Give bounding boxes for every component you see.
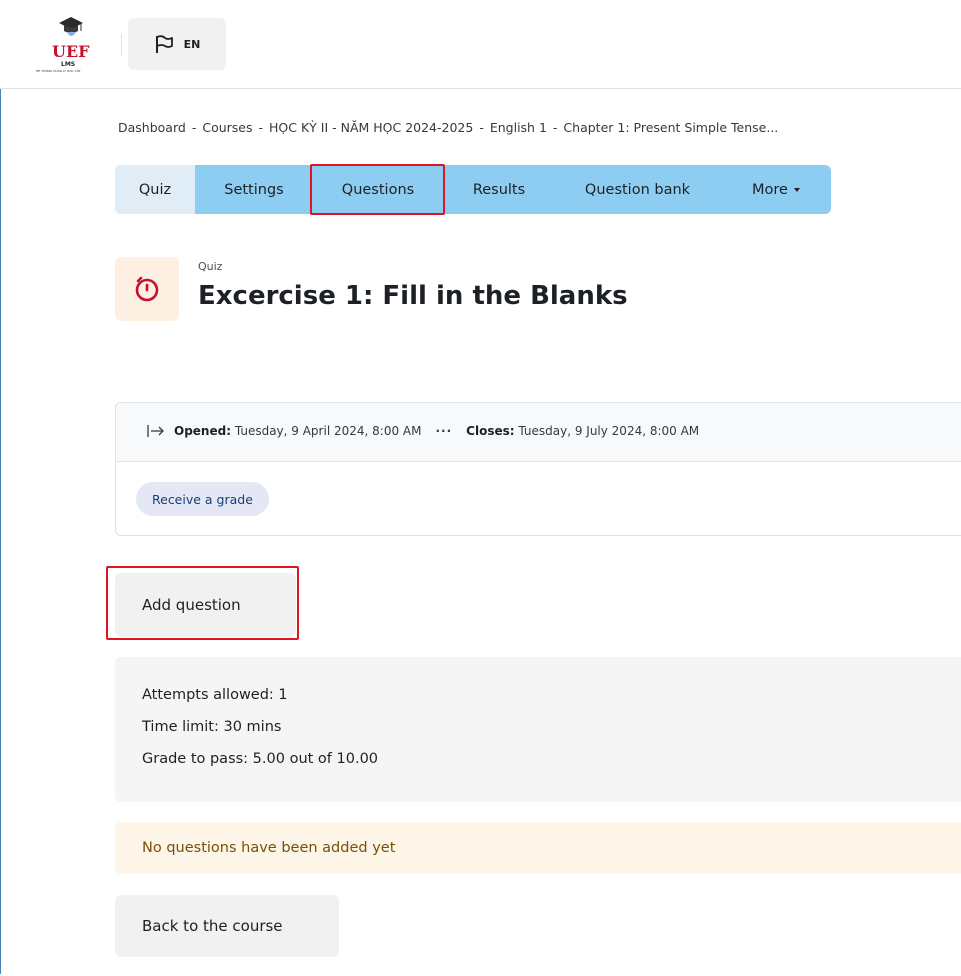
logo-sub: LMS (61, 61, 76, 68)
highlight-questions-tab (310, 164, 445, 215)
closes-label: Closes: (466, 424, 515, 438)
breadcrumb-item-courses[interactable]: Courses (202, 120, 252, 135)
header-divider (121, 34, 122, 56)
opened-value: Tuesday, 9 April 2024, 8:00 AM (234, 424, 422, 438)
page-title: Excercise 1: Fill in the Blanks (198, 281, 628, 311)
time-limit: Time limit: 30 mins (142, 719, 282, 735)
highlight-add-question (106, 566, 299, 640)
quiz-activity-icon (115, 257, 179, 321)
tab-more[interactable]: More (727, 165, 825, 214)
breadcrumb-separator: - (479, 120, 484, 135)
alert-text: No questions have been added yet (142, 840, 396, 856)
logo-tagline: HỆ THỐNG QUẢN LÝ HỌC TẬP (36, 69, 81, 73)
attempts-allowed: Attempts allowed: 1 (142, 687, 288, 703)
quiz-info-box: Attempts allowed: 1 Time limit: 30 mins … (115, 657, 961, 802)
secondary-navigation: Quiz Settings Questions Results Question… (115, 165, 831, 214)
no-questions-alert: No questions have been added yet (115, 822, 961, 874)
tab-more-label: More (752, 181, 788, 198)
breadcrumb-item-semester[interactable]: HỌC KỲ II - NĂM HỌC 2024-2025 (269, 120, 473, 135)
dates-separator: ··· (435, 424, 453, 438)
activity-dates: Opened: Tuesday, 9 April 2024, 8:00 AM ·… (146, 424, 699, 438)
breadcrumb-item-chapter[interactable]: Chapter 1: Present Simple Tense... (563, 120, 778, 135)
closes-value: Tuesday, 9 July 2024, 8:00 AM (518, 424, 700, 438)
tab-question-bank[interactable]: Question bank (555, 165, 720, 214)
top-navbar: UEF LMS HỆ THỐNG QUẢN LÝ HỌC TẬP EN (0, 0, 961, 89)
stopwatch-icon (135, 276, 159, 302)
back-to-course-button[interactable]: Back to the course (115, 895, 339, 957)
breadcrumb-item-dashboard[interactable]: Dashboard (118, 120, 186, 135)
logo-text: UEF (52, 42, 90, 61)
flag-icon (155, 35, 173, 53)
grade-to-pass: Grade to pass: 5.00 out of 10.00 (142, 751, 379, 767)
site-logo[interactable]: UEF LMS HỆ THỐNG QUẢN LÝ HỌC TẬP (36, 12, 126, 78)
graduation-cap-icon (59, 17, 83, 36)
activity-dates-card: Opened: Tuesday, 9 April 2024, 8:00 AM ·… (115, 402, 961, 536)
activity-type-label: Quiz (198, 260, 223, 273)
breadcrumb-separator: - (552, 120, 558, 135)
arrow-right-to-bar-icon (147, 425, 164, 437)
language-menu-button[interactable]: EN (128, 18, 226, 70)
breadcrumb-separator: - (191, 120, 197, 135)
breadcrumb: Dashboard - Courses - HỌC KỲ II - NĂM HỌC 20… (118, 120, 961, 135)
opened-label: Opened: (174, 424, 231, 438)
language-label: EN (183, 37, 201, 51)
caret-down-icon (793, 187, 800, 192)
tab-results[interactable]: Results (448, 165, 550, 214)
breadcrumb-separator: - (258, 120, 264, 135)
activity-dates-row: Opened: Tuesday, 9 April 2024, 8:00 AM ·… (116, 403, 961, 462)
tab-quiz[interactable]: Quiz (115, 165, 195, 214)
tab-settings[interactable]: Settings (199, 165, 309, 214)
completion-requirement-badge: Receive a grade (136, 482, 269, 516)
breadcrumb-item-course[interactable]: English 1 (490, 120, 547, 135)
